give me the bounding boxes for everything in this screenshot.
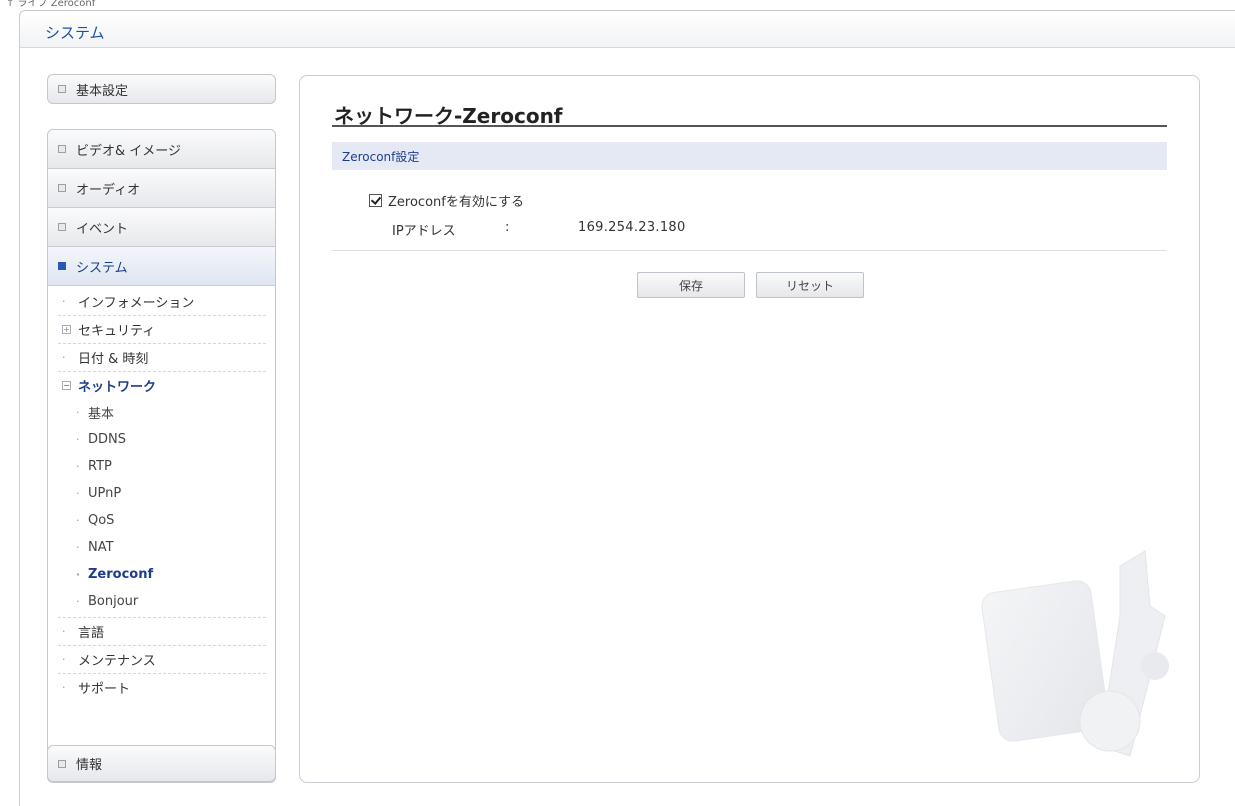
submenu-item-maintenance[interactable]: · メンテナンス <box>58 646 266 674</box>
network-item-label: Zeroconf <box>88 567 154 582</box>
enable-zeroconf-checkbox[interactable] <box>369 194 382 207</box>
expand-box-icon <box>58 145 66 153</box>
form-divider <box>332 250 1167 251</box>
reset-button[interactable]: リセット <box>756 272 864 298</box>
network-item-bonjour[interactable]: · Bonjour <box>76 588 266 615</box>
bullet-icon: · <box>62 295 66 308</box>
section-header: Zeroconf設定 <box>332 142 1167 170</box>
submenu-item-language[interactable]: · 言語 <box>58 618 266 646</box>
sidebar-item-video[interactable]: ビデオ& イメージ <box>48 130 275 169</box>
network-item-basic[interactable]: · 基本 <box>76 399 266 426</box>
submenu-label: サポート <box>78 682 131 697</box>
bullet-icon: · <box>76 460 80 473</box>
network-item-label: NAT <box>88 540 114 555</box>
sidebar-item-system[interactable]: システム <box>48 247 275 286</box>
submenu-item-information[interactable]: · インフォメーション <box>58 288 266 316</box>
bullet-icon: · <box>62 653 66 666</box>
ip-address-value: 169.254.23.180 <box>578 220 686 235</box>
submenu-label: 日付 & 時刻 <box>78 352 149 367</box>
content-panel: ネットワーク-Zeroconf Zeroconf設定 Zeroconfを有効にす… <box>299 75 1200 783</box>
network-item-label: 基本 <box>88 407 115 422</box>
save-button[interactable]: 保存 <box>637 272 745 298</box>
network-item-rtp[interactable]: · RTP <box>76 453 266 480</box>
sidebar-item-information[interactable]: 情報 <box>47 745 276 782</box>
bullet-icon: · <box>76 406 80 419</box>
bullet-icon: · <box>76 433 80 446</box>
bullet-icon: · <box>62 351 66 364</box>
top-breadcrumb: ↑ ライブ Zeroconf <box>6 0 96 9</box>
network-item-label: QoS <box>88 513 115 528</box>
bullet-icon: · <box>76 514 80 527</box>
tools-watermark-icon <box>981 550 1169 757</box>
expand-plus-icon: + <box>62 325 71 334</box>
sidebar-item-label: イベント <box>76 221 129 237</box>
bullet-icon: · <box>76 487 80 500</box>
submenu-label: メンテナンス <box>78 654 156 669</box>
expand-box-icon <box>58 223 66 231</box>
network-item-nat[interactable]: · NAT <box>76 534 266 561</box>
submenu-label: 言語 <box>78 626 105 641</box>
sidebar-item-label: 情報 <box>76 758 103 773</box>
ip-address-colon: : <box>505 220 510 235</box>
network-item-label: DDNS <box>88 432 126 447</box>
network-item-label: RTP <box>88 459 112 474</box>
network-item-label: Bonjour <box>88 594 139 609</box>
sidebar-item-label: システム <box>76 260 128 276</box>
enable-zeroconf-row: Zeroconfを有効にする <box>369 191 524 210</box>
sidebar-item-audio[interactable]: オーディオ <box>48 169 275 208</box>
ip-address-label: IPアドレス <box>392 224 456 239</box>
bullet-icon: · <box>62 625 66 638</box>
submenu-label: セキュリティ <box>78 324 156 339</box>
sidebar-item-basic[interactable]: 基本設定 <box>47 74 276 104</box>
submenu-label: ネットワーク <box>78 380 157 395</box>
sidebar-item-label: オーディオ <box>76 182 141 198</box>
submenu-item-security[interactable]: + セキュリティ <box>58 316 266 344</box>
sidebar-menu: ビデオ& イメージ オーディオ イベント システム · インフォメーション + … <box>47 129 276 783</box>
network-item-qos[interactable]: · QoS <box>76 507 266 534</box>
collapse-minus-icon: − <box>62 381 71 390</box>
submenu-item-network[interactable]: − ネットワーク <box>58 372 266 399</box>
network-item-zeroconf[interactable]: · Zeroconf <box>76 561 266 588</box>
expanded-box-icon <box>58 262 66 270</box>
submenu-label: インフォメーション <box>78 296 195 311</box>
expand-box-icon <box>58 184 66 192</box>
sidebar-item-label: 基本設定 <box>76 83 129 99</box>
network-item-label: UPnP <box>88 486 122 501</box>
window-title: システム <box>45 24 105 42</box>
submenu-item-datetime[interactable]: · 日付 & 時刻 <box>58 344 266 372</box>
bullet-icon: · <box>76 541 80 554</box>
bullet-icon: · <box>76 595 80 608</box>
bullet-icon: · <box>62 681 66 694</box>
expand-box-icon <box>58 759 66 768</box>
sidebar-item-label: ビデオ& イメージ <box>76 143 182 159</box>
enable-zeroconf-label[interactable]: Zeroconfを有効にする <box>388 191 524 210</box>
expand-box-icon <box>58 85 66 93</box>
bullet-icon: · <box>76 568 81 581</box>
window-header <box>20 11 1235 48</box>
network-item-upnp[interactable]: · UPnP <box>76 480 266 507</box>
network-item-ddns[interactable]: · DDNS <box>76 426 266 453</box>
submenu-item-support[interactable]: · サポート <box>58 674 266 701</box>
sidebar-item-event[interactable]: イベント <box>48 208 275 247</box>
system-submenu: · インフォメーション + セキュリティ · 日付 & 時刻 − ネットワーク … <box>48 286 275 705</box>
title-divider <box>332 125 1167 127</box>
